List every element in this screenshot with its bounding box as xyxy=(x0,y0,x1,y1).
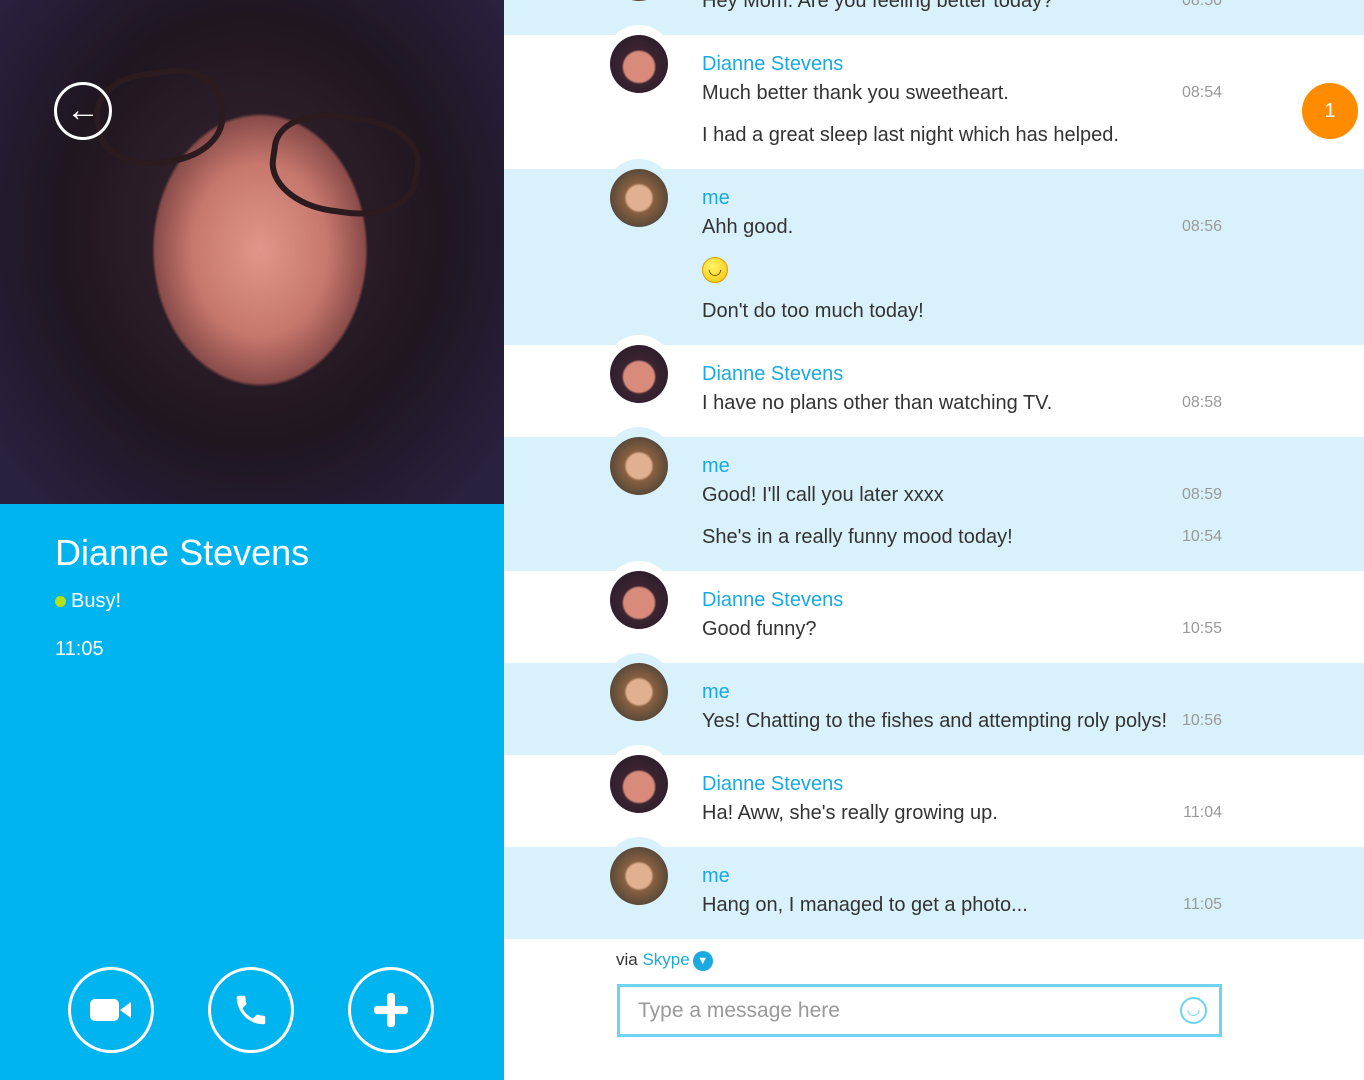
message-line: Ha! Aww, she's really growing up. 11:04 xyxy=(702,798,1222,828)
message-text: I had a great sleep last night which has… xyxy=(702,124,1119,146)
back-button[interactable]: ← xyxy=(54,82,112,140)
message-group: Dianne Stevens Ha! Aww, she's really grow… xyxy=(504,745,1364,847)
message-time: 08:58 xyxy=(1182,394,1223,411)
add-button[interactable] xyxy=(348,967,434,1053)
message-text: I have no plans other than watching TV. xyxy=(702,392,1053,414)
message-group: me Yes! Chatting to the fishes and attemp… xyxy=(504,653,1364,755)
message-group: Dianne Stevens Much better thank you swee… xyxy=(504,25,1364,169)
message-time: 08:50 xyxy=(1182,0,1223,9)
message-text: Good funny? xyxy=(702,618,817,640)
message-text: Good! I'll call you later xxxx xyxy=(702,484,944,506)
avatar[interactable] xyxy=(610,755,668,813)
message-line: She's in a really funny mood today! 10:54 xyxy=(702,522,1222,552)
message-line: Don't do too much today! xyxy=(702,296,1222,326)
message-text: Ahh good. xyxy=(702,216,794,238)
message-line: Ahh good. 08:56 xyxy=(702,212,1222,242)
avatar-tab xyxy=(605,745,673,813)
status-dot-icon xyxy=(55,596,66,607)
sender-name: Dianne Stevens xyxy=(702,589,844,611)
avatar[interactable] xyxy=(610,345,668,403)
sender-name: Dianne Stevens xyxy=(702,53,844,75)
avatar[interactable] xyxy=(610,0,668,1)
message-line: I had a great sleep last night which has… xyxy=(702,120,1222,150)
message-time: 08:54 xyxy=(1182,84,1223,101)
sender-name: me xyxy=(702,455,730,477)
message-time: 11:05 xyxy=(1183,896,1222,913)
contact-name: Dianne Stevens xyxy=(55,532,310,573)
avatar[interactable] xyxy=(610,847,668,905)
message-time: 10:54 xyxy=(1182,528,1223,545)
avatar-tab xyxy=(605,159,673,227)
phone-icon xyxy=(236,995,266,1025)
sender-name: me xyxy=(702,187,730,209)
message-line: Good funny? 10:55 xyxy=(702,614,1222,644)
message-line: Yes! Chatting to the fishes and attempti… xyxy=(702,706,1222,736)
message-text: Hey Mom. Are you feeling better today? xyxy=(702,0,1054,12)
message-line: I have no plans other than watching TV. 0… xyxy=(702,388,1222,418)
message-line: Hang on, I managed to get a photo... 11:0… xyxy=(702,890,1222,920)
smiley-icon[interactable]: ◡ xyxy=(1180,997,1207,1024)
contact-photo: ← xyxy=(0,0,504,504)
audio-call-button[interactable] xyxy=(208,967,294,1053)
message-time: 10:56 xyxy=(1182,712,1223,729)
avatar-tab xyxy=(605,335,673,403)
message-time: 11:04 xyxy=(1183,804,1222,821)
message-group: me Good! I'll call you later xxxx 08:59 She… xyxy=(504,427,1364,571)
message-text: Ha! Aww, she's really growing up. xyxy=(702,802,998,824)
message-text: She's in a really funny mood today! xyxy=(702,526,1013,548)
message-group: me Hang on, I managed to get a photo... 11… xyxy=(504,837,1364,939)
message-text: Hang on, I managed to get a photo... xyxy=(702,894,1028,916)
contact-panel: ← Dianne Stevens Busy! 11:05 xyxy=(0,0,504,1080)
avatar-tab xyxy=(605,837,673,905)
smiley-emoticon-icon: ◡ xyxy=(702,256,728,283)
avatar-tab xyxy=(605,25,673,93)
avatar-tab xyxy=(605,653,673,721)
avatar[interactable] xyxy=(610,437,668,495)
video-call-button[interactable] xyxy=(68,967,154,1053)
sender-name: me xyxy=(702,681,730,703)
chevron-down-icon[interactable]: ▼ xyxy=(692,950,713,971)
message-group: Dianne Stevens I have no plans other than… xyxy=(504,335,1364,437)
message-list[interactable]: me Hey Mom. Are you feeling better today?… xyxy=(504,0,1364,940)
message-line: Good! I'll call you later xxxx 08:59 xyxy=(702,480,1222,510)
sender-name: Dianne Stevens xyxy=(702,363,844,385)
message-group: me Ahh good. 08:56 ◡ Don't do too much today… xyxy=(504,159,1364,345)
avatar[interactable] xyxy=(610,663,668,721)
contact-status: Busy! xyxy=(55,590,121,613)
message-time: 08:56 xyxy=(1182,218,1223,235)
unread-badge[interactable]: 1 xyxy=(1302,83,1358,139)
contact-local-time: 11:05 xyxy=(55,638,104,660)
plus-icon xyxy=(374,993,408,1027)
message-text: Much better thank you sweetheart. xyxy=(702,82,1009,104)
message-group: Dianne Stevens Good funny? 10:55 xyxy=(504,561,1364,663)
arrow-left-icon: ← xyxy=(66,91,100,129)
message-text: Don't do too much today! xyxy=(702,300,924,322)
avatar-tab xyxy=(605,427,673,495)
avatar[interactable] xyxy=(610,35,668,93)
message-time: 08:59 xyxy=(1182,486,1223,503)
avatar[interactable] xyxy=(610,169,668,227)
sender-name: me xyxy=(702,865,730,887)
sender-name: Dianne Stevens xyxy=(702,773,844,795)
video-camera-icon xyxy=(90,999,131,1021)
message-line: Hey Mom. Are you feeling better today? 08… xyxy=(702,0,1222,16)
avatar-tab xyxy=(605,561,673,629)
message-line: Much better thank you sweetheart. 08:54 xyxy=(702,78,1222,108)
message-input[interactable] xyxy=(617,984,1222,1037)
avatar-tab xyxy=(605,0,673,1)
avatar[interactable] xyxy=(610,571,668,629)
message-line: ◡ xyxy=(702,254,1222,284)
message-text: Yes! Chatting to the fishes and attempti… xyxy=(702,710,1168,732)
message-time: 10:55 xyxy=(1182,620,1223,637)
via-selector[interactable]: via Skype ▼ xyxy=(616,950,713,971)
